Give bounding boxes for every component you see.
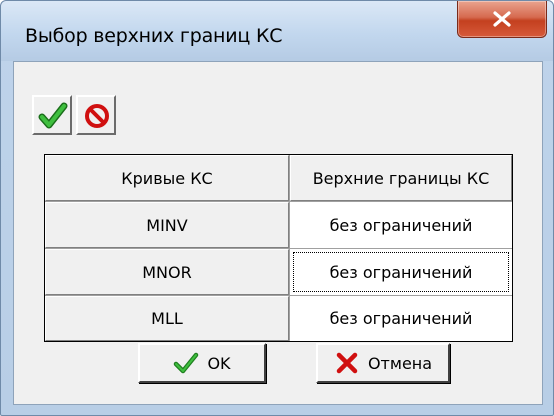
- cancel-toolbar-button[interactable]: [76, 95, 116, 135]
- close-icon: [493, 11, 511, 27]
- ok-button[interactable]: OK: [138, 343, 266, 383]
- red-prohibited-icon: [85, 104, 109, 128]
- column-header-upper-bounds: Верхние границы КС: [290, 155, 512, 201]
- bounds-grid: Кривые КС Верхние границы КС MINV без ог…: [44, 154, 513, 342]
- dialog-window: Выбор верхних границ КС Кривые КС Верхни…: [0, 0, 554, 416]
- row-header-curve: MLL: [45, 296, 289, 341]
- cancel-button-label: Отмена: [367, 353, 433, 373]
- upper-bound-cell[interactable]: без ограничений: [290, 296, 512, 341]
- cancel-button[interactable]: Отмена: [316, 343, 450, 383]
- close-button[interactable]: [457, 1, 547, 38]
- ok-button-label: OK: [207, 353, 231, 373]
- green-checkmark-icon: [38, 102, 68, 129]
- upper-bound-cell[interactable]: без ограничений: [290, 249, 512, 295]
- checkmark-icon: [173, 351, 199, 375]
- row-header-curve: MINV: [45, 202, 289, 248]
- window-title: Выбор верхних границ КС: [25, 25, 283, 47]
- dialog-client-area: Кривые КС Верхние границы КС MINV без ог…: [13, 61, 543, 405]
- red-x-icon: [334, 351, 360, 375]
- accept-toolbar-button[interactable]: [32, 95, 72, 135]
- upper-bound-cell[interactable]: без ограничений: [290, 202, 512, 248]
- row-header-curve: MNOR: [45, 249, 289, 295]
- title-bar[interactable]: Выбор верхних границ КС: [1, 1, 553, 61]
- column-header-curves: Кривые КС: [45, 155, 289, 201]
